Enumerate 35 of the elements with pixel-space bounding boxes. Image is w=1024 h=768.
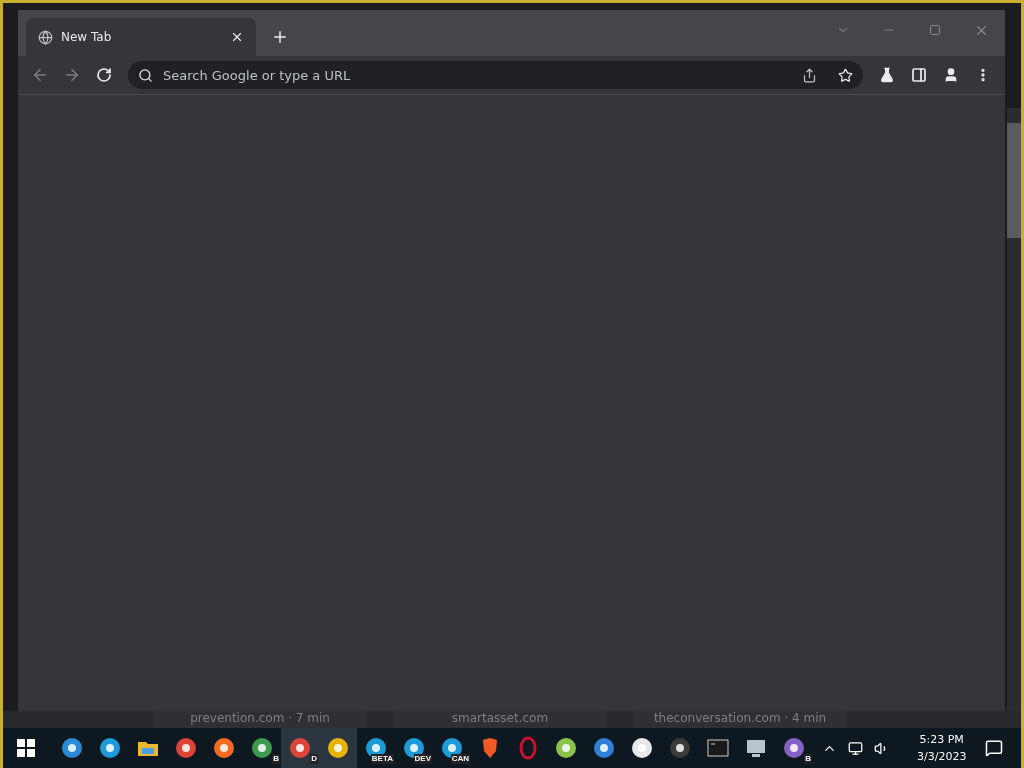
taskbar-app-button[interactable]: DEV (395, 728, 433, 768)
globe-icon (38, 29, 53, 45)
taskbar-app-button[interactable]: B (775, 728, 813, 768)
flask-icon (879, 67, 895, 83)
taskbar-app-button[interactable] (319, 728, 357, 768)
scrollbar[interactable] (1007, 108, 1021, 711)
address-field[interactable]: Search Google or type a URL (161, 66, 787, 84)
taskbar-app-button[interactable]: D (281, 728, 319, 768)
taskbar-app-button[interactable]: BETA (357, 728, 395, 768)
address-bar[interactable]: Search Google or type a URL (128, 61, 863, 89)
app-badge: B (272, 754, 280, 764)
side-panel-icon (911, 67, 927, 83)
taskbar-app-button[interactable]: CAN (433, 728, 471, 768)
scrollbar-thumb[interactable] (1007, 123, 1021, 238)
app-badge: B (804, 754, 812, 764)
windows-icon (17, 739, 35, 757)
maximize-icon (929, 24, 941, 36)
browser-tab[interactable]: New Tab (26, 18, 256, 56)
share-icon (801, 67, 817, 83)
person-icon (943, 67, 959, 83)
app-badge: BETA (370, 754, 394, 764)
plus-icon (271, 28, 289, 46)
tab-title: New Tab (61, 30, 113, 44)
app-badge: D (310, 754, 318, 764)
taskbar-app-button[interactable]: B (243, 728, 281, 768)
speech-bubble-icon (985, 739, 1004, 757)
arrow-right-icon (63, 66, 81, 84)
star-icon (837, 67, 853, 83)
monitor-icon (847, 740, 863, 756)
search-icon (138, 67, 153, 83)
app-badge: DEV (413, 754, 432, 764)
reload-icon (96, 67, 112, 83)
app-badge: CAN (450, 754, 470, 764)
clock-button[interactable]: 5:23 PM 3/3/2023 (917, 731, 967, 765)
close-icon (230, 30, 244, 44)
